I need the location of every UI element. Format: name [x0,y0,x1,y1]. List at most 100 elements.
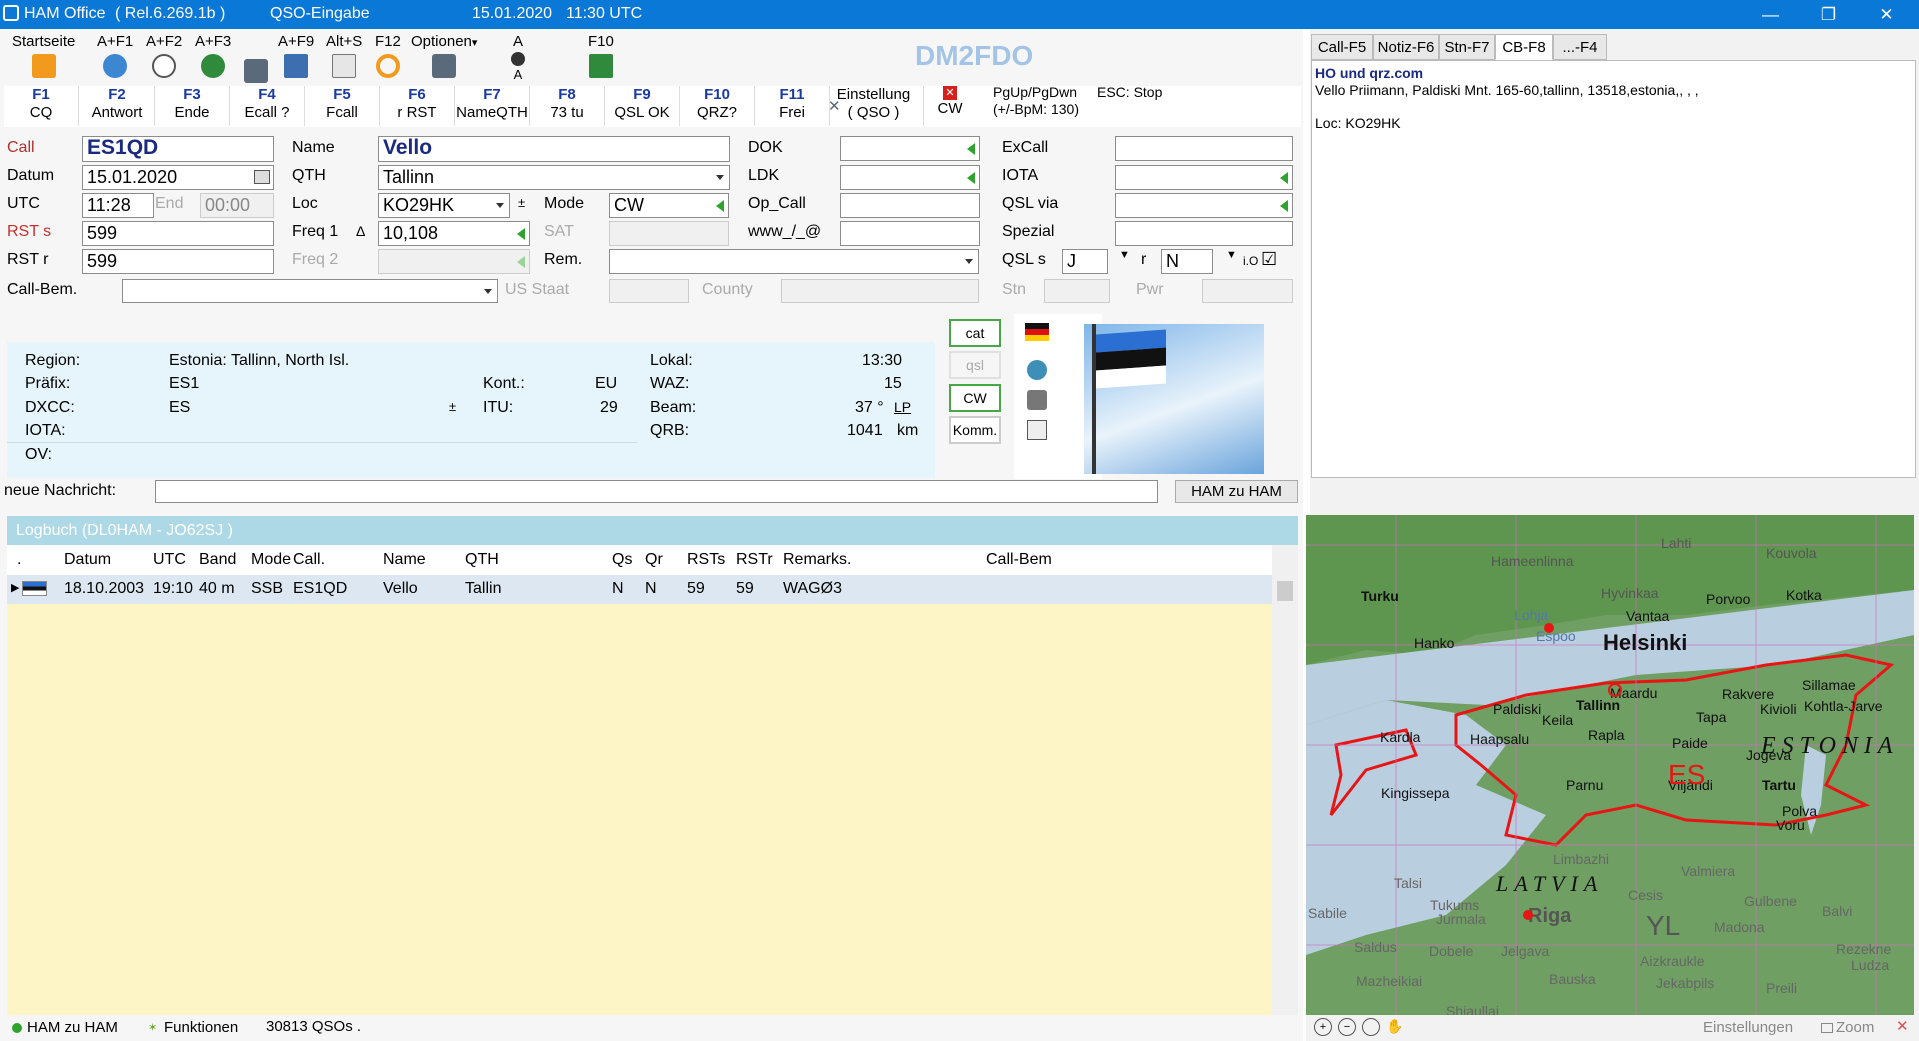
map-einstellungen[interactable]: Einstellungen [1703,1019,1793,1036]
tab-cb[interactable]: CB-F8 [1495,34,1553,60]
utc-input[interactable]: 11:28 [82,193,154,218]
stats-button[interactable]: Alt+S [326,33,362,78]
call-bem-select[interactable] [122,279,498,303]
mode-select[interactable]: CW [609,193,729,218]
qsl-button[interactable]: qsl [949,351,1001,379]
fkey-f4-button[interactable]: F4 Ecall ? [230,86,305,126]
county-input[interactable] [781,279,979,303]
clock-button[interactable]: A+F2 [146,33,182,78]
col-remarks[interactable]: Remarks. [783,551,851,569]
dok-input[interactable] [840,136,980,161]
fkey-f11-button[interactable]: F11 Frei [755,86,830,126]
table-row[interactable]: ▶ 18.10.2003 19:10 40 m SSB ES1QD Vello … [7,575,1272,604]
freq1-input[interactable]: 10,108 [378,221,530,246]
call-input[interactable]: ES1QD [82,136,274,162]
qsl-sent-dropdown-icon[interactable]: ▼ [1119,249,1130,261]
tab-stn[interactable]: Stn-F7 [1439,34,1495,60]
map-close-icon[interactable]: ✕ [1896,1017,1909,1035]
io-checkbox[interactable]: ☑ [1261,249,1277,270]
col-mode[interactable]: Mode [251,551,291,569]
zoom-in-icon[interactable]: + [1314,1018,1332,1036]
calendar-icon[interactable] [254,170,270,184]
tab-more[interactable]: ...-F4 [1553,34,1607,60]
ham-zu-ham-button[interactable]: HAM zu HAM [1175,480,1298,503]
fkey-f5-button[interactable]: F5 Fcall [305,86,380,126]
col-call-bem[interactable]: Call-Bem [986,551,1052,569]
col-rsts[interactable]: RSTs [687,551,725,569]
pan-hand-icon[interactable]: ✋ [1386,1018,1404,1036]
loc-sort-icon[interactable]: ± [518,195,525,210]
message-input[interactable] [155,480,1158,503]
freq2-input[interactable] [378,249,530,274]
scroll-thumb[interactable] [1277,581,1293,601]
col-datum[interactable]: Datum [64,551,111,569]
col-rstr[interactable]: RSTr [736,551,773,569]
status-funktionen[interactable]: Funktionen [164,1019,238,1036]
iota-input[interactable] [1115,165,1293,190]
col-call[interactable]: Call. [293,551,325,569]
col-qs[interactable]: Qs [612,551,632,569]
german-flag-icon[interactable] [1025,323,1049,341]
komm-button[interactable]: Komm. [949,416,1001,444]
fkey-f8-button[interactable]: F8 73 tu [530,86,605,126]
qsl-received-dropdown-icon[interactable]: ▼ [1226,249,1237,261]
qsl-card-button[interactable]: A+F9 [278,33,314,78]
spezial-input[interactable] [1115,221,1293,246]
cat-button[interactable]: cat [949,319,1001,347]
end-input[interactable]: 00:00 [200,193,274,218]
col-marker[interactable]: . [17,551,21,569]
ldk-input[interactable] [840,165,980,190]
vertical-scrollbar[interactable] [1272,545,1298,1021]
col-band[interactable]: Band [199,551,236,569]
zoom-out-icon[interactable]: − [1338,1018,1356,1036]
www-input[interactable] [840,221,980,246]
fkey-f3-button[interactable]: F3 Ende [155,86,230,126]
cw-button[interactable]: CW [949,384,1001,412]
satellite-icon[interactable] [1027,390,1047,410]
qsl-received-input[interactable]: N [1161,249,1213,274]
antenna-button[interactable]: A A [510,33,526,83]
startseite-button[interactable]: Startseite [12,33,75,78]
save-button[interactable]: F10 [588,33,614,78]
fkey-f9-button[interactable]: F9 QSL OK [605,86,680,126]
dxcc-sort-icon[interactable]: ± [449,399,456,414]
col-qr[interactable]: Qr [645,551,663,569]
rem-select[interactable] [609,249,979,274]
excall-input[interactable] [1115,136,1293,161]
fkey-f1-button[interactable]: F1 CQ [4,86,79,126]
tab-call[interactable]: Call-F5 [1311,34,1373,60]
qth-select[interactable]: Tallinn [378,165,730,190]
fkey-f7-button[interactable]: F7 NameQTH [455,86,530,126]
stn-input[interactable] [1044,279,1110,303]
col-name[interactable]: Name [383,551,426,569]
globe-button[interactable]: A+F3 [195,33,231,78]
restore-button[interactable]: ❐ [1800,0,1857,29]
dx-cluster-icon[interactable] [1027,420,1047,440]
loc-select[interactable]: KO29HK [378,193,510,218]
close-button[interactable]: ✕ [1858,0,1915,29]
fkey-f10-button[interactable]: F10 QRZ? [680,86,755,126]
name-input[interactable]: Vello [378,136,730,162]
delta-icon[interactable]: Δ [356,223,365,239]
datum-input[interactable]: 15.01.2020 [82,165,274,190]
refresh-button[interactable]: F12 [375,33,401,78]
optionen-menu[interactable]: Optionen▾ [411,33,477,78]
zoom-reset-icon[interactable] [1362,1018,1380,1036]
us-staat-input[interactable] [609,279,689,303]
fkey-f6-button[interactable]: F6 r RST [380,86,455,126]
cw-fkey-button[interactable]: ✕ CW [928,86,972,126]
einstellung-qso-button[interactable]: ✕ Einstellung ( QSO ) [824,86,924,126]
long-path-link[interactable]: LP [894,399,911,415]
satellite-button[interactable] [244,33,268,83]
sat-input[interactable] [609,221,729,246]
op-call-input[interactable] [840,193,980,218]
fkey-f2-button[interactable]: F2 Antwort [80,86,155,126]
map-view[interactable]: Lahti Kouvola Hameenlinna Turku Hyvinkaa… [1306,515,1914,1015]
rst-received-input[interactable]: 599 [82,249,274,274]
qsl-sent-input[interactable]: J [1062,249,1108,274]
minimize-button[interactable]: — [1742,0,1799,29]
qsl-via-input[interactable] [1115,193,1293,218]
map-zoom[interactable]: Zoom [1836,1019,1874,1036]
col-utc[interactable]: UTC [153,551,186,569]
status-ham-zu-ham[interactable]: HAM zu HAM [27,1019,118,1036]
